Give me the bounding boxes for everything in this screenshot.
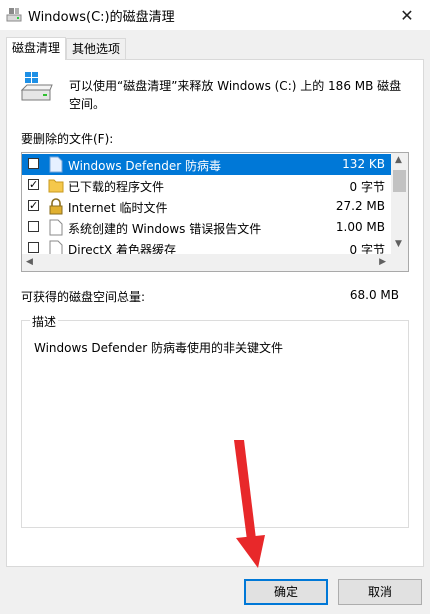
checkbox-checked[interactable]: ✓: [28, 200, 39, 211]
drive-icon: [20, 72, 53, 101]
description-text: Windows Defender 防病毒使用的非关键文件: [34, 341, 283, 355]
list-item[interactable]: ✓ 已下载的程序文件 0 字节: [22, 175, 391, 196]
cancel-button[interactable]: 取消: [338, 579, 422, 605]
checkbox-checked[interactable]: ✓: [28, 179, 39, 190]
close-button[interactable]: ✕: [384, 0, 430, 30]
scroll-down-icon[interactable]: ▼: [395, 239, 402, 249]
tab-label: 磁盘清理: [12, 41, 61, 55]
tab-label: 其他选项: [72, 42, 121, 56]
list-item[interactable]: 系统创建的 Windows 错误报告文件 1.00 MB: [22, 217, 391, 238]
tab-panel: 可以使用“磁盘清理”来释放 Windows (C:) 上的 186 MB 磁盘空…: [6, 59, 424, 567]
disk-cleanup-app-icon: [6, 8, 22, 22]
horizontal-scrollbar[interactable]: ◀ ▶: [22, 254, 408, 271]
title-bar: Windows(C:)的磁盘清理 ✕: [0, 0, 430, 30]
total-space-value: 68.0 MB: [349, 288, 399, 302]
scroll-thumb[interactable]: [393, 170, 406, 192]
scroll-up-icon[interactable]: ▲: [395, 155, 402, 165]
item-size: 132 KB: [342, 157, 385, 171]
item-name: 系统创建的 Windows 错误报告文件: [68, 222, 262, 236]
window-title: Windows(C:)的磁盘清理: [28, 10, 175, 25]
item-size: 0 字节: [349, 180, 385, 194]
files-list[interactable]: Windows Defender 防病毒 132 KB ✓ 已下载的程序文件 0…: [21, 152, 409, 272]
item-size: 1.00 MB: [335, 220, 385, 234]
list-item[interactable]: Windows Defender 防病毒 132 KB: [22, 154, 391, 175]
total-space-label: 可获得的磁盘空间总量:: [21, 290, 146, 304]
intro-text: 可以使用“磁盘清理”来释放 Windows (C:) 上的 186 MB 磁盘空…: [69, 79, 402, 111]
checkbox[interactable]: [28, 158, 39, 169]
files-to-delete-label: 要删除的文件(F):: [21, 132, 114, 146]
description-legend: 描述: [30, 313, 59, 330]
description-group: 描述 Windows Defender 防病毒使用的非关键文件: [21, 313, 409, 528]
scroll-left-icon[interactable]: ◀: [26, 257, 33, 267]
item-name: Windows Defender 防病毒: [68, 159, 221, 173]
ok-button[interactable]: 确定: [244, 579, 328, 605]
item-size: 27.2 MB: [335, 199, 385, 213]
tab-disk-cleanup[interactable]: 磁盘清理: [6, 37, 67, 60]
document-icon: [49, 219, 63, 236]
vertical-scrollbar[interactable]: ▲ ▼: [391, 153, 408, 254]
close-icon: ✕: [400, 5, 414, 25]
tab-more-options[interactable]: 其他选项: [66, 38, 127, 59]
folder-icon: [48, 179, 64, 193]
file-icon: [49, 156, 63, 173]
lock-icon: [49, 198, 63, 215]
checkbox[interactable]: [28, 242, 39, 253]
item-name: Internet 临时文件: [68, 201, 168, 215]
checkbox[interactable]: [28, 221, 39, 232]
list-item[interactable]: ✓ Internet 临时文件 27.2 MB: [22, 196, 391, 217]
scroll-right-icon[interactable]: ▶: [379, 257, 386, 267]
item-name: 已下载的程序文件: [68, 180, 165, 194]
